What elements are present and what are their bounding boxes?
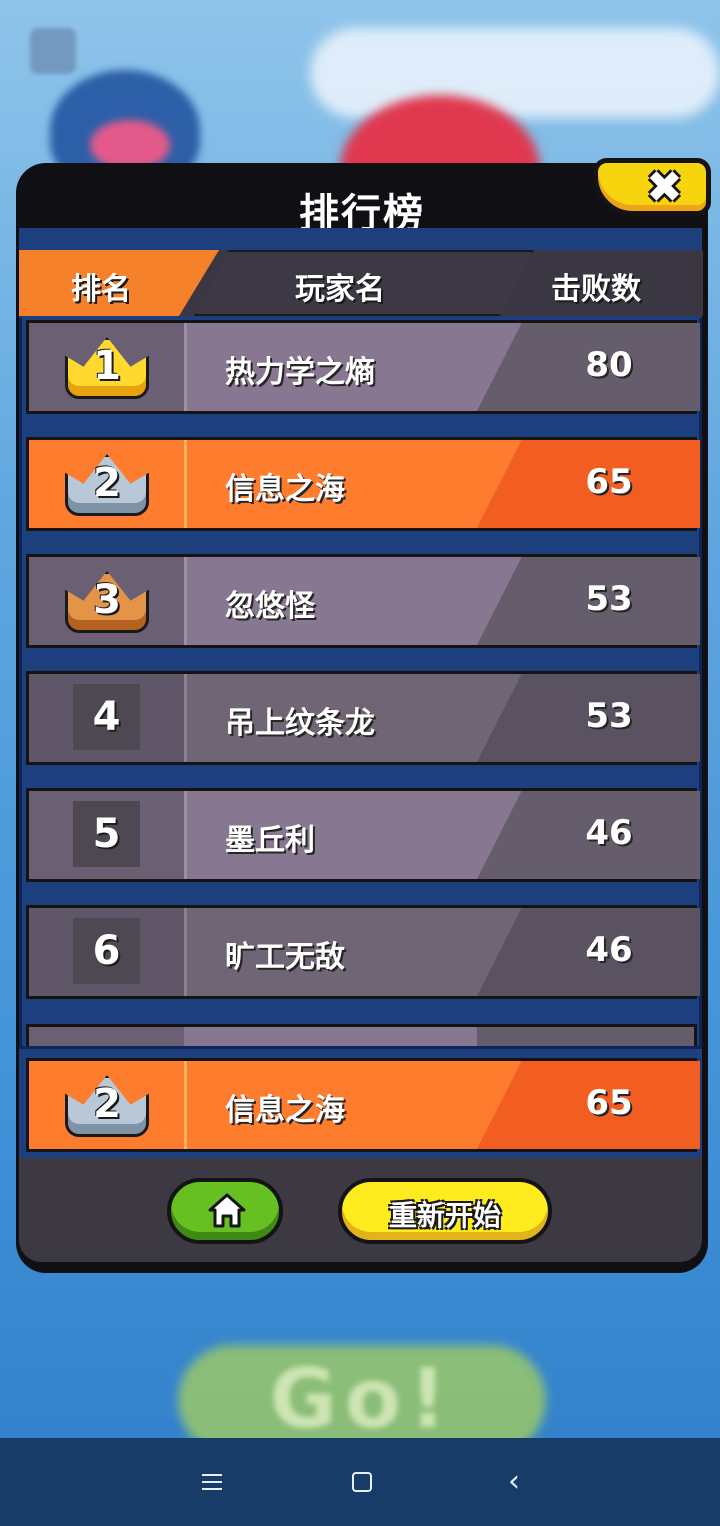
player-name: 墨丘利 <box>225 823 315 858</box>
player-name: 旷工无敌 <box>225 940 345 975</box>
leaderboard-row-current-player: 2 信息之海 65 <box>26 437 700 531</box>
rank-number: 6 <box>73 918 140 984</box>
silver-crown-icon: 2 <box>65 1069 149 1141</box>
close-button[interactable]: ✖ <box>593 158 711 216</box>
restart-button-label: 重新开始 <box>388 1199 501 1232</box>
bronze-crown-icon: 3 <box>65 565 149 637</box>
square-home-icon[interactable] <box>340 1460 384 1504</box>
leaderboard-header: 排名 玩家名 击败数 <box>19 250 703 316</box>
leaderboard-row: 6 旷工无敌 46 <box>26 905 700 999</box>
player-name: 信息之海 <box>225 1093 345 1128</box>
menu-icon[interactable] <box>190 1460 234 1504</box>
background-cloud <box>310 28 720 118</box>
kill-count: 80 <box>585 345 633 385</box>
player-name: 热力学之熵 <box>225 355 375 390</box>
my-rank-row: 2 信息之海 65 <box>26 1058 700 1152</box>
player-name: 忽悠怪 <box>225 589 315 624</box>
kill-count: 46 <box>585 930 633 970</box>
rank-number: 4 <box>73 684 140 750</box>
player-name: 吊上纹条龙 <box>225 706 375 741</box>
header-rank-label: 排名 <box>71 272 131 307</box>
leaderboard-row-partial <box>26 1024 697 1046</box>
silver-crown-icon: 2 <box>65 448 149 520</box>
leaderboard-row: 4 吊上纹条龙 53 <box>26 671 700 765</box>
player-name: 信息之海 <box>225 472 345 507</box>
leaderboard-row: 1 热力学之熵 80 <box>26 320 700 414</box>
home-button[interactable] <box>167 1178 283 1244</box>
background-icon <box>30 28 76 74</box>
leaderboard-row: 5 墨丘利 46 <box>26 788 700 882</box>
rank-number: 5 <box>73 801 140 867</box>
leaderboard-row: 3 忽悠怪 53 <box>26 554 700 648</box>
kill-count: 53 <box>585 579 633 619</box>
gold-crown-icon: 1 <box>65 331 149 403</box>
kill-count: 65 <box>585 462 633 502</box>
restart-button[interactable]: 重新开始 <box>338 1178 552 1244</box>
close-x-icon: ✖ <box>646 162 683 213</box>
system-navigation-bar: ‹ <box>0 1438 720 1526</box>
kill-count: 46 <box>585 813 633 853</box>
go-button-label: Go! <box>269 1352 455 1447</box>
header-kills-label: 击败数 <box>551 272 641 307</box>
home-icon <box>208 1193 246 1228</box>
kill-count: 53 <box>585 696 633 736</box>
header-player-label: 玩家名 <box>295 272 385 307</box>
kill-count: 65 <box>585 1083 633 1123</box>
back-chevron-icon[interactable]: ‹ <box>492 1460 536 1504</box>
